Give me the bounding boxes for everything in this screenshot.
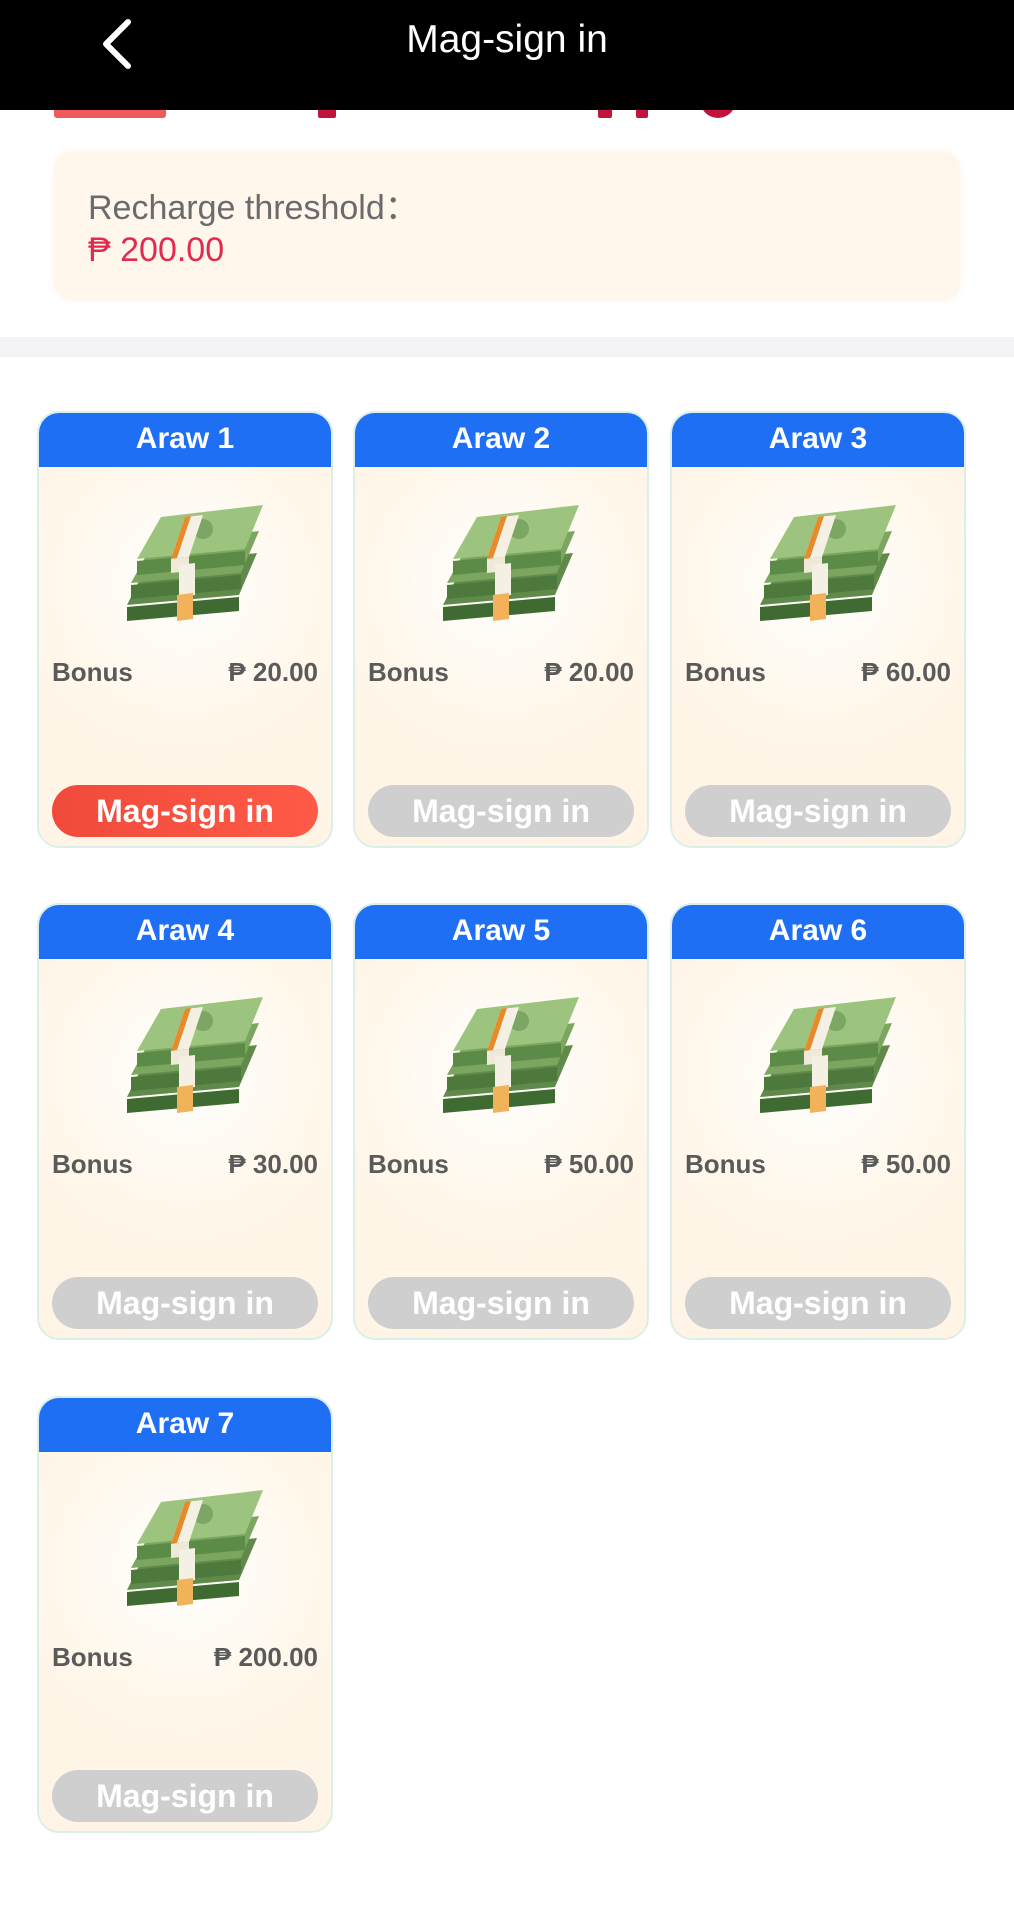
day-title: Araw 2 [355, 413, 647, 467]
section-divider [0, 337, 1014, 357]
cash-stack-icon [127, 505, 263, 621]
bonus-label: Bonus [52, 1642, 133, 1672]
day-title: Araw 1 [39, 413, 331, 467]
sign-in-day-card: Araw 5 Bonus ₱ 50.00 Mag-sign in [353, 903, 649, 1340]
bonus-value: ₱ 200.00 [213, 1642, 318, 1672]
cash-stack-icon [127, 997, 263, 1113]
bonus-value: ₱ 60.00 [861, 657, 951, 687]
day-title: Araw 5 [355, 905, 647, 959]
sign-in-day-card: Araw 7 Bonus ₱ 200.00 Mag-sign in [37, 1396, 333, 1833]
card-body: Bonus ₱ 60.00 Mag-sign in [672, 467, 964, 846]
recharge-threshold-card: Recharge threshold： ₱ 200.00 [54, 152, 960, 300]
day-title: Araw 7 [39, 1398, 331, 1452]
sign-in-day-card: Araw 6 Bonus ₱ 50.00 Mag-sign in [670, 903, 966, 1340]
cash-stack-icon [443, 505, 579, 621]
sign-in-day-card: Araw 1 Bonus ₱ 20.00 Mag-sign in [37, 411, 333, 848]
sign-in-day-card: Araw 4 Bonus ₱ 30.00 Mag-sign in [37, 903, 333, 1340]
bonus-value: ₱ 50.00 [544, 1149, 634, 1179]
sign-in-button[interactable]: Mag-sign in [368, 785, 634, 837]
card-body: Bonus ₱ 50.00 Mag-sign in [355, 959, 647, 1338]
card-body: Bonus ₱ 30.00 Mag-sign in [39, 959, 331, 1338]
day-title: Araw 6 [672, 905, 964, 959]
sign-in-day-card: Araw 2 Bonus ₱ 20.00 Mag-sign in [353, 411, 649, 848]
cash-stack-icon [760, 505, 896, 621]
card-body: Bonus ₱ 20.00 Mag-sign in [355, 467, 647, 846]
sign-in-button[interactable]: Mag-sign in [52, 1770, 318, 1822]
cash-stack-icon [127, 1490, 263, 1606]
bonus-label: Bonus [52, 657, 133, 687]
bonus-label: Bonus [685, 1149, 766, 1179]
day-title: Araw 4 [39, 905, 331, 959]
card-body: Bonus ₱ 20.00 Mag-sign in [39, 467, 331, 846]
cash-stack-icon [760, 997, 896, 1113]
bonus-value: ₱ 20.00 [544, 657, 634, 687]
page-title: Mag-sign in [406, 18, 608, 61]
sign-in-button[interactable]: Mag-sign in [685, 1277, 951, 1329]
sign-in-button[interactable]: Mag-sign in [685, 785, 951, 837]
bonus-label: Bonus [685, 657, 766, 687]
top-bar: Mag-sign in [0, 0, 1014, 110]
bonus-value: ₱ 30.00 [228, 1149, 318, 1179]
card-body: Bonus ₱ 50.00 Mag-sign in [672, 959, 964, 1338]
sign-in-day-card: Araw 3 Bonus ₱ 60.00 Mag-sign in [670, 411, 966, 848]
sign-in-button[interactable]: Mag-sign in [52, 1277, 318, 1329]
card-body: Bonus ₱ 200.00 Mag-sign in [39, 1452, 331, 1831]
bonus-label: Bonus [52, 1149, 133, 1179]
bonus-label: Bonus [368, 657, 449, 687]
day-title: Araw 3 [672, 413, 964, 467]
bonus-label: Bonus [368, 1149, 449, 1179]
cash-stack-icon [443, 997, 579, 1113]
threshold-value: ₱ 200.00 [88, 231, 225, 269]
threshold-label: Recharge threshold： [88, 189, 419, 227]
sign-in-button[interactable]: Mag-sign in [52, 785, 318, 837]
sign-in-button[interactable]: Mag-sign in [368, 1277, 634, 1329]
bonus-value: ₱ 50.00 [861, 1149, 951, 1179]
bonus-value: ₱ 20.00 [228, 657, 318, 687]
